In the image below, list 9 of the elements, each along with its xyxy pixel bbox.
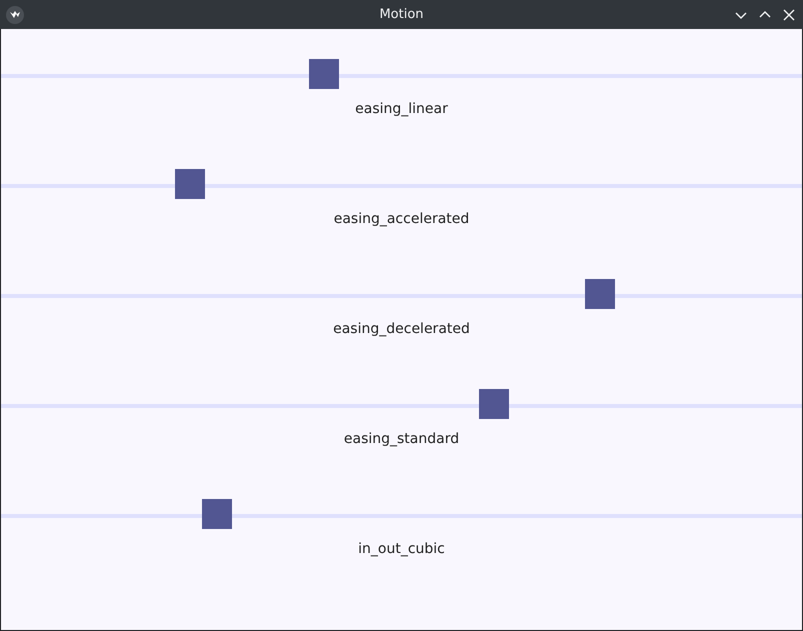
easing-label: easing_decelerated — [333, 321, 470, 337]
easing-label: easing_accelerated — [334, 211, 470, 227]
window-title: Motion — [379, 7, 424, 22]
close-button[interactable] — [781, 6, 797, 22]
app-icon — [6, 6, 24, 24]
easing-label: easing_linear — [355, 101, 448, 117]
easing-label: easing_standard — [344, 431, 460, 447]
easing-label: in_out_cubic — [358, 541, 445, 557]
close-icon — [783, 8, 795, 20]
